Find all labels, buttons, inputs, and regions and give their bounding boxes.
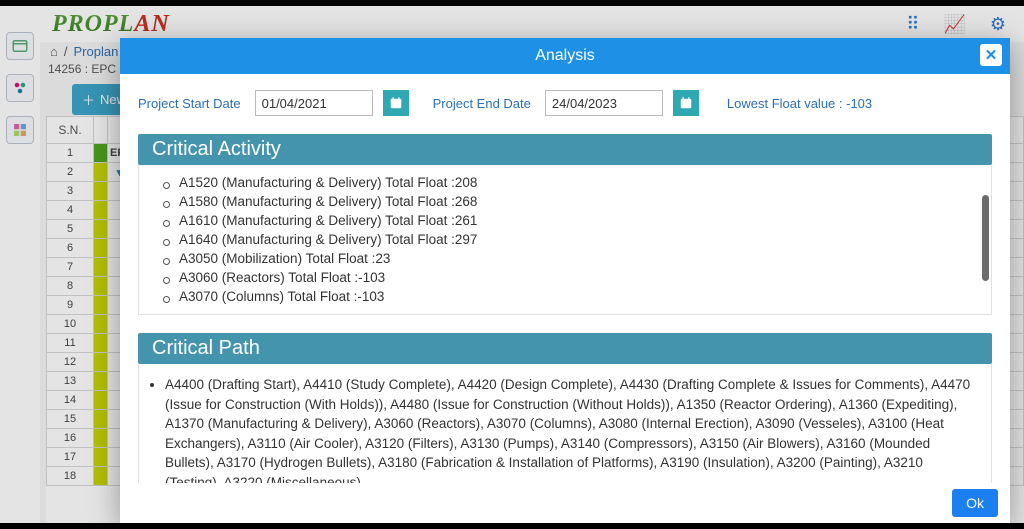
modal-body: Project Start Date Project End Date Lowe… xyxy=(120,74,1010,483)
start-date-label: Project Start Date xyxy=(138,96,241,111)
scrollbar[interactable] xyxy=(982,173,989,306)
date-row: Project Start Date Project End Date Lowe… xyxy=(138,90,992,116)
close-icon[interactable]: ✕ xyxy=(980,44,1002,66)
end-date-input[interactable] xyxy=(545,90,663,116)
critical-activity-item: A1580 (Manufacturing & Delivery) Total F… xyxy=(167,192,981,211)
lowest-float-value: -103 xyxy=(846,96,872,111)
critical-activity-item: A1610 (Manufacturing & Delivery) Total F… xyxy=(167,211,981,230)
critical-activity-item: A3070 (Columns) Total Float :-103 xyxy=(167,287,981,306)
critical-path-section: A4400 (Drafting Start), A4410 (Study Com… xyxy=(138,364,992,483)
start-date-calendar-icon[interactable] xyxy=(383,90,409,116)
lowest-float-label: Lowest Float value : -103 xyxy=(727,96,872,111)
modal-footer: Ok xyxy=(120,483,1010,523)
modal-title: Analysis xyxy=(535,47,595,65)
end-date-label: Project End Date xyxy=(433,96,531,111)
ok-button[interactable]: Ok xyxy=(952,489,998,517)
start-date-input[interactable] xyxy=(255,90,373,116)
critical-activity-header: Critical Activity xyxy=(138,134,992,165)
scrollbar-thumb[interactable] xyxy=(982,195,989,281)
critical-activity-item: A3060 (Reactors) Total Float :-103 xyxy=(167,268,981,287)
critical-activity-section: A1520 (Manufacturing & Delivery) Total F… xyxy=(138,165,992,315)
end-date-calendar-icon[interactable] xyxy=(673,90,699,116)
letterbox-bottom xyxy=(0,523,1024,529)
critical-activity-item: A1520 (Manufacturing & Delivery) Total F… xyxy=(167,173,981,192)
critical-activity-item: A3050 (Mobilization) Total Float :23 xyxy=(167,249,981,268)
lowest-float-text: Lowest Float value : xyxy=(727,96,846,111)
critical-activity-item: A1640 (Manufacturing & Delivery) Total F… xyxy=(167,230,981,249)
modal-header: Analysis ✕ xyxy=(120,38,1010,74)
analysis-modal: Analysis ✕ Project Start Date Project En… xyxy=(120,38,1010,523)
critical-path-item: A4400 (Drafting Start), A4410 (Study Com… xyxy=(165,372,981,483)
critical-path-header: Critical Path xyxy=(138,333,992,364)
